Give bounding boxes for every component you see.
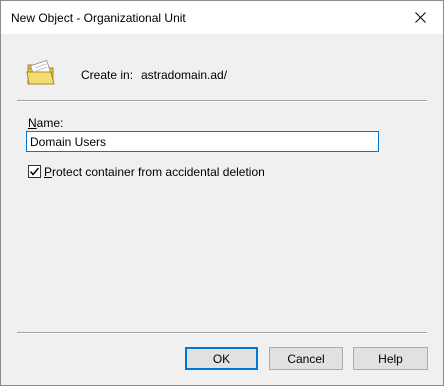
name-label-accelerator: N [28, 116, 37, 130]
create-in-path: astradomain.ad/ [141, 68, 228, 82]
ok-button[interactable]: OK [185, 347, 258, 370]
protect-label-text: rotect container from accidental deletio… [52, 165, 265, 179]
checkmark-icon [29, 167, 40, 176]
help-button[interactable]: Help [353, 347, 428, 370]
name-label: Name: [28, 116, 63, 130]
protect-checkbox-label[interactable]: Protect container from accidental deleti… [44, 165, 265, 179]
top-separator [17, 100, 427, 102]
protect-label-accelerator: P [44, 165, 53, 179]
protect-checkbox[interactable] [28, 165, 41, 178]
cancel-button[interactable]: Cancel [269, 347, 343, 370]
close-button[interactable] [398, 1, 443, 34]
close-icon [415, 12, 426, 23]
window-title: New Object - Organizational Unit [11, 11, 186, 25]
new-object-dialog: New Object - Organizational Unit Create … [0, 0, 444, 386]
title-bar[interactable]: New Object - Organizational Unit [1, 1, 443, 34]
create-in-row: Create in: astradomain.ad/ [25, 57, 425, 91]
create-in-label: Create in: [81, 68, 134, 82]
name-input[interactable] [26, 131, 379, 152]
bottom-separator [17, 332, 427, 334]
name-label-text: ame: [36, 116, 64, 130]
organizational-unit-folder-icon [26, 60, 55, 85]
